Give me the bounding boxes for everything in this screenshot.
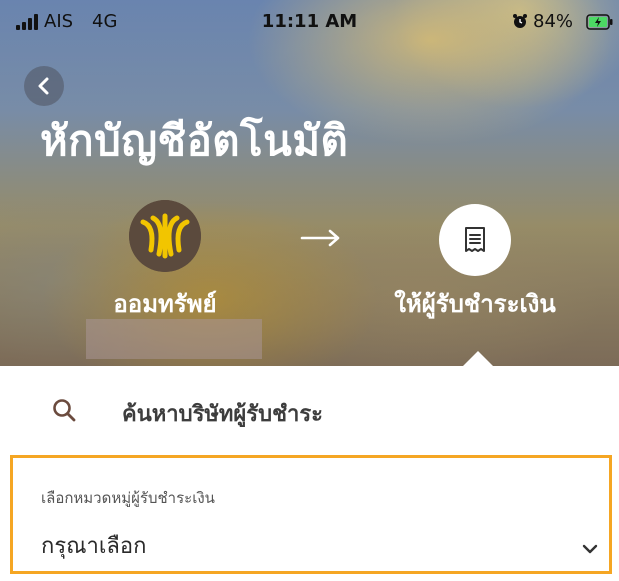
payee-category-select[interactable]: เลือกหมวดหมู่ผู้รับชำระเงิน กรุณาเลือก xyxy=(10,455,612,574)
chevron-down-icon xyxy=(582,544,598,554)
payee-circle xyxy=(439,204,511,276)
back-button[interactable] xyxy=(24,66,64,106)
battery-percent: 84% xyxy=(533,11,574,32)
bank-logo xyxy=(129,200,201,272)
payee-label: ให้ผู้รับชำระเงิน xyxy=(394,290,556,318)
battery-charging-icon xyxy=(586,14,613,30)
arrow-right-icon xyxy=(300,229,340,247)
search-icon xyxy=(53,399,76,422)
status-bar: AIS 4G 11:11 AM 84% xyxy=(0,0,619,44)
redacted-account-number xyxy=(86,319,262,359)
receipt-icon xyxy=(465,227,485,252)
category-selected-value: กรุณาเลือก xyxy=(41,534,147,559)
alarm-icon xyxy=(513,14,527,28)
pointer-notch xyxy=(462,351,494,367)
search-payee-button[interactable]: ค้นหาบริษัทผู้รับชำระ xyxy=(0,366,619,452)
chevron-left-icon xyxy=(38,77,49,95)
page-title: หักบัญชีอัตโนมัติ xyxy=(40,116,349,165)
screen: AIS 4G 11:11 AM 84% หักบัญชีอัตโนมัติ ออ… xyxy=(0,0,619,581)
category-field-label: เลือกหมวดหมู่ผู้รับชำระเงิน xyxy=(41,489,215,507)
source-account-label: ออมทรัพย์ xyxy=(113,290,217,318)
search-payee-label: ค้นหาบริษัทผู้รับชำระ xyxy=(122,402,323,427)
